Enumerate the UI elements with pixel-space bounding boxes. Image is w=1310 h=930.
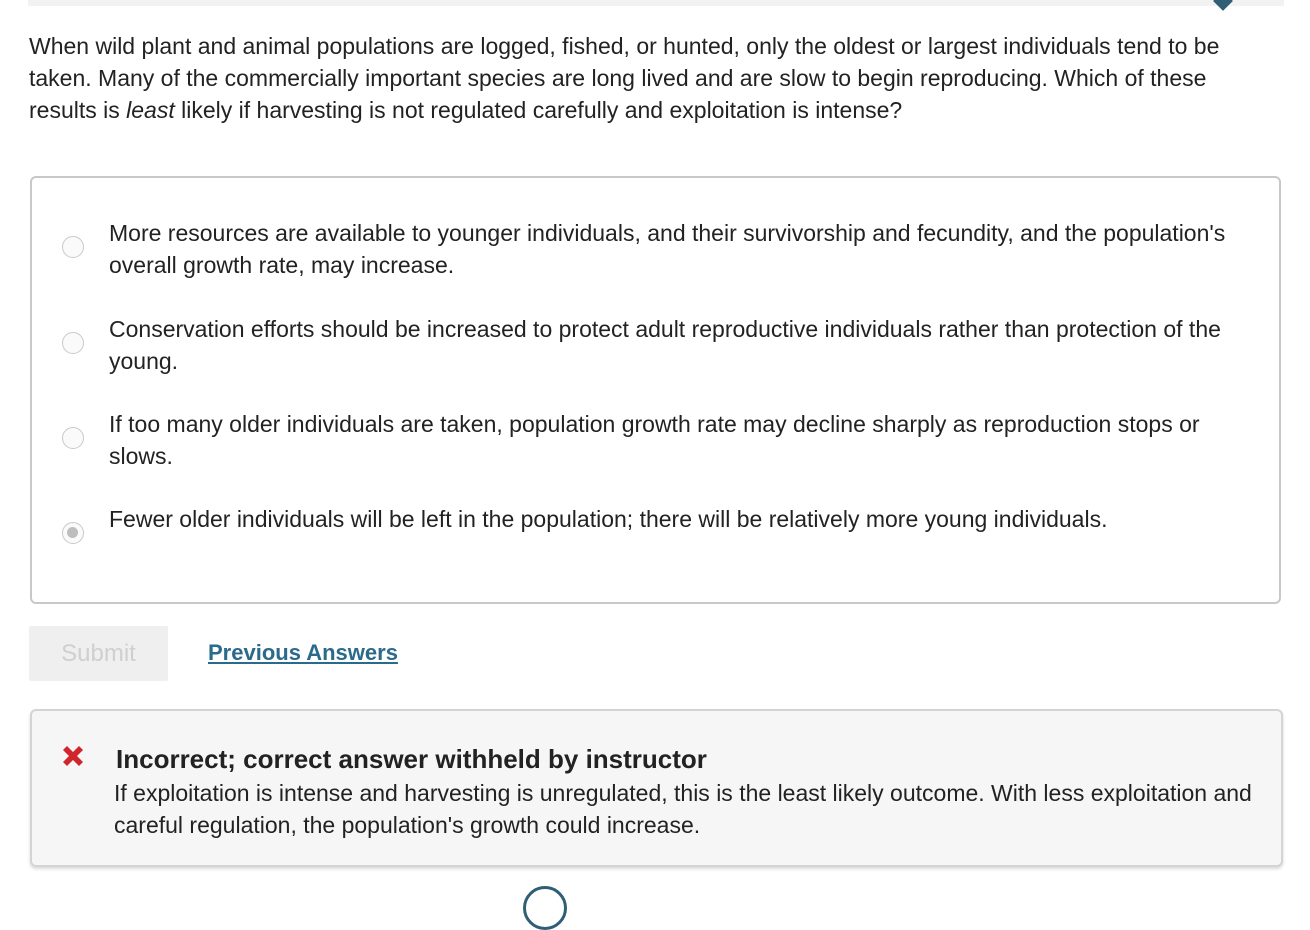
circle-button-icon[interactable]	[523, 886, 567, 930]
radio-button-selected[interactable]	[62, 522, 84, 544]
radio-button[interactable]	[62, 427, 84, 449]
question-text-after: likely if harvesting is not regulated ca…	[174, 97, 903, 123]
answer-option-label[interactable]: If too many older individuals are taken,…	[109, 408, 1249, 472]
answer-option-label[interactable]: Fewer older individuals will be left in …	[109, 503, 1249, 535]
feedback-explanation: If exploitation is intense and harvestin…	[114, 780, 1252, 838]
answer-option-label[interactable]: More resources are available to younger …	[109, 217, 1249, 281]
question-emphasis: least	[126, 97, 175, 123]
previous-answers-link[interactable]: Previous Answers	[208, 638, 398, 668]
radio-button[interactable]	[62, 332, 84, 354]
top-toolbar-strip	[28, 0, 1284, 6]
answer-option-label[interactable]: Conservation efforts should be increased…	[109, 313, 1249, 377]
question-text: When wild plant and animal populations a…	[29, 30, 1269, 126]
feedback-panel: Incorrect; correct answer withheld by in…	[30, 709, 1283, 867]
x-mark-icon	[63, 746, 83, 766]
radio-button[interactable]	[62, 236, 84, 258]
answer-options-group: More resources are available to younger …	[30, 176, 1281, 604]
submit-button[interactable]: Submit	[29, 626, 168, 681]
feedback-title: Incorrect; correct answer withheld by in…	[116, 744, 707, 774]
